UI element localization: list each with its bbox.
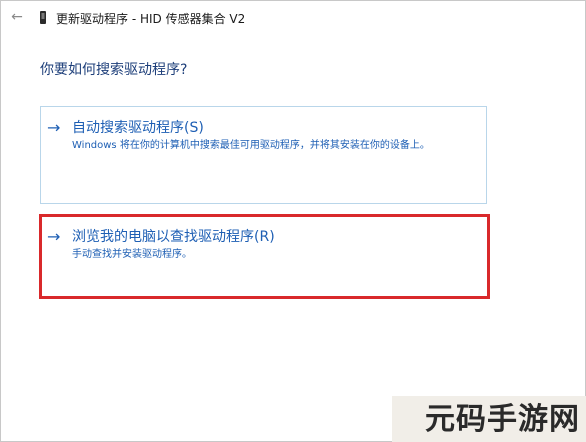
option-title: 浏览我的电脑以查找驱动程序(R) xyxy=(72,229,275,245)
title-bar: ← 更新驱动程序 - HID 传感器集合 V2 xyxy=(1,1,585,35)
option-description: 手动查找并安装驱动程序。 xyxy=(72,249,192,260)
page-heading: 你要如何搜索驱动程序? xyxy=(40,62,188,78)
back-button[interactable]: ← xyxy=(9,9,25,25)
option-description: Windows 将在你的计算机中搜索最佳可用驱动程序，并将其安装在你的设备上。 xyxy=(72,140,430,151)
scrollbar[interactable] xyxy=(579,35,583,407)
update-driver-dialog: ← 更新驱动程序 - HID 传感器集合 V2 你要如何搜索驱动程序? → 自动… xyxy=(0,0,586,442)
watermark-text: 元码手游网 xyxy=(425,402,580,437)
arrow-right-icon: → xyxy=(47,227,61,246)
auto-search-option[interactable]: → 自动搜索驱动程序(S) Windows 将在你的计算机中搜索最佳可用驱动程序… xyxy=(40,106,487,204)
device-icon xyxy=(40,11,46,24)
window-title: 更新驱动程序 - HID 传感器集合 V2 xyxy=(56,12,246,26)
browse-computer-option[interactable]: → 浏览我的电脑以查找驱动程序(R) 手动查找并安装驱动程序。 xyxy=(39,214,490,299)
watermark: 元码手游网 xyxy=(392,396,586,442)
arrow-left-icon: ← xyxy=(11,9,23,25)
option-title: 自动搜索驱动程序(S) xyxy=(72,120,204,136)
arrow-right-icon: → xyxy=(47,118,61,137)
